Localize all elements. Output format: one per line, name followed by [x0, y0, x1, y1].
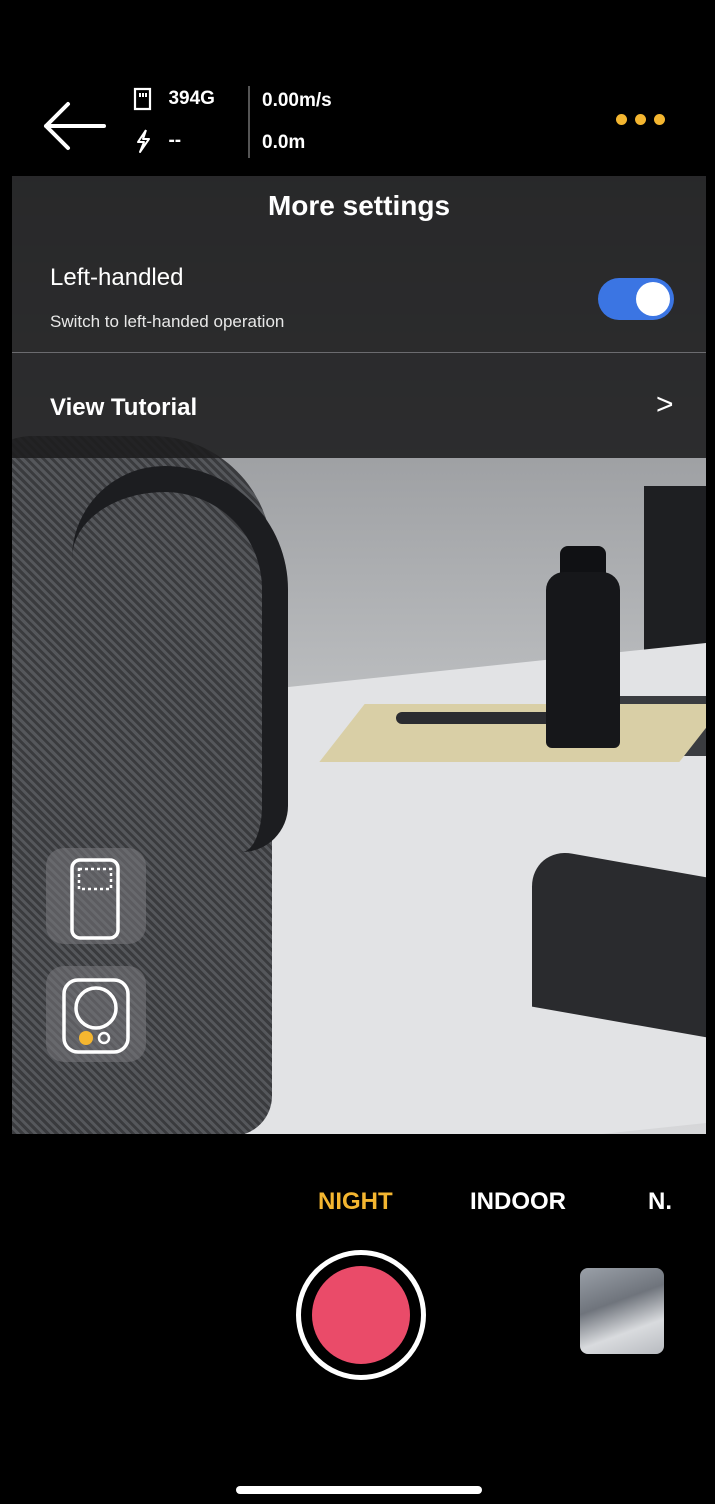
chevron-right-icon: >	[656, 388, 674, 421]
panel-divider	[12, 352, 706, 353]
mode-night[interactable]: NIGHT	[318, 1188, 393, 1216]
scene-bottle	[546, 572, 620, 748]
sd-card-icon	[133, 87, 152, 111]
mode-indoor[interactable]: INDOOR	[470, 1188, 566, 1216]
gallery-thumbnail[interactable]	[580, 1268, 664, 1354]
battery-value: --	[168, 130, 182, 151]
storage-value: 394G	[168, 88, 215, 109]
view-tutorial-label: View Tutorial	[50, 394, 198, 421]
battery-indicator: --	[130, 128, 181, 154]
record-button-core	[312, 1266, 410, 1364]
more-menu-button[interactable]	[612, 108, 678, 132]
device-view-button[interactable]	[46, 966, 146, 1062]
scene-chair-frame	[72, 466, 288, 852]
left-handed-description: Switch to left-handed operation	[50, 312, 285, 331]
distance-value: 0.0m	[262, 132, 306, 153]
more-dots-icon	[612, 108, 678, 136]
home-indicator[interactable]	[236, 1486, 482, 1494]
status-divider	[248, 86, 250, 158]
camera-device-icon	[62, 978, 130, 1054]
view-tutorial-row[interactable]: View Tutorial >	[12, 354, 706, 458]
mode-next[interactable]: N.	[648, 1188, 672, 1216]
arrow-left-icon	[44, 102, 106, 150]
speed-value: 0.00m/s	[262, 90, 332, 111]
frame-mode-button[interactable]	[46, 848, 146, 944]
back-button[interactable]	[38, 96, 108, 156]
left-handed-label: Left-handled	[50, 264, 184, 291]
lightning-icon	[137, 129, 150, 153]
panel-title: More settings	[267, 190, 451, 221]
frame-crop-icon	[70, 858, 120, 940]
toggle-knob	[636, 282, 670, 316]
left-handed-toggle[interactable]	[598, 278, 674, 320]
storage-indicator: 394G	[130, 86, 215, 112]
record-button[interactable]	[296, 1250, 426, 1380]
top-status-bar: 394G -- 0.00m/s 0.0m	[0, 0, 715, 176]
more-settings-panel: More settings Left-handled Switch to lef…	[12, 176, 706, 458]
